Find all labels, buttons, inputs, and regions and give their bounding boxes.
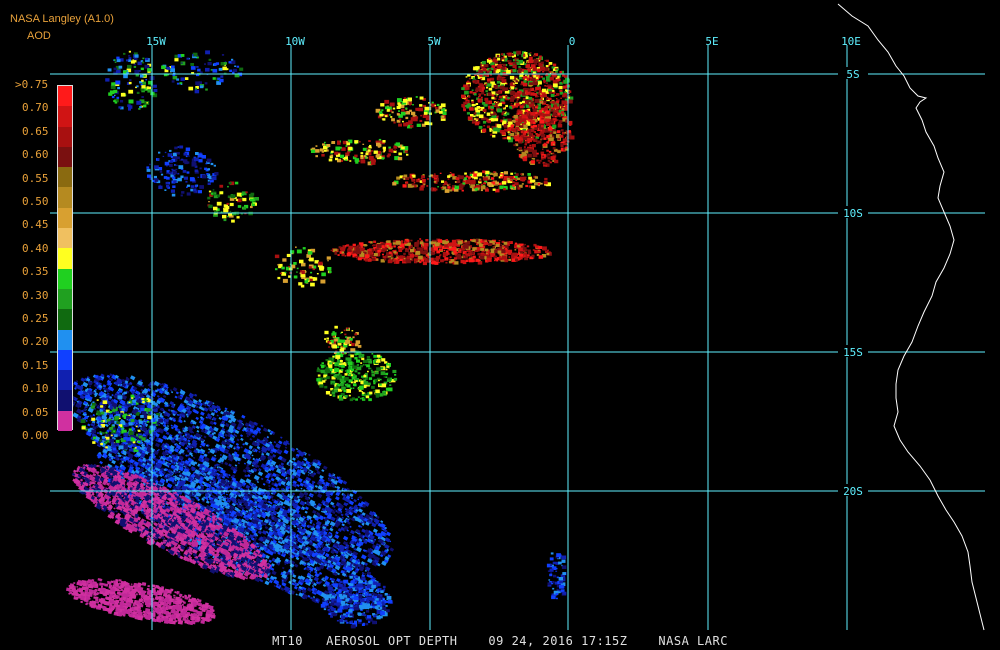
legend-label: 0.35	[22, 265, 49, 279]
product-label: AOD	[27, 30, 51, 42]
legend-swatch	[58, 349, 72, 371]
lon-label: 15W	[146, 35, 166, 48]
footer-agency: NASA LARC	[658, 634, 728, 648]
legend-label: 0.15	[22, 358, 49, 372]
legend-label: 0.25	[22, 312, 49, 325]
legend-label: 0.00	[22, 429, 49, 442]
legend-label: 0.20	[22, 335, 49, 349]
legend-swatch	[58, 288, 72, 310]
footer-date: 09 24, 2016	[488, 634, 574, 648]
legend-color-bar	[57, 85, 73, 432]
aerosol-patch	[207, 181, 259, 223]
aerosol-patch	[310, 138, 409, 166]
legend-swatch	[58, 309, 72, 331]
lat-label: 20S	[843, 485, 863, 498]
grid-labels: 15W 10W 5W 0 5E 10E 5S 10S 15S 20S	[146, 35, 868, 498]
aod-map: 15W 10W 5W 0 5E 10E 5S 10S 15S 20S	[50, 3, 985, 631]
legend-swatch	[58, 248, 72, 270]
aerosol-patch	[375, 96, 447, 129]
legend-swatch	[58, 410, 72, 432]
legend-swatch	[58, 329, 72, 351]
coastline	[837, 3, 985, 631]
footer-product: AEROSOL OPT DEPTH	[326, 634, 458, 648]
footer-sensor: MT10	[272, 634, 303, 648]
legend-label: >0.75	[15, 78, 49, 91]
lon-label: 5W	[427, 35, 441, 48]
lon-label: 0	[569, 35, 576, 48]
legend-swatch	[58, 126, 72, 148]
footer-caption: MT10 AEROSOL OPT DEPTH 09 24, 2016 17:15…	[0, 634, 1000, 648]
legend-label: 0.65	[22, 124, 49, 138]
source-label: NASA Langley (A1.0)	[10, 13, 114, 25]
lat-label: 10S	[843, 207, 863, 220]
legend-label: 0.10	[22, 382, 49, 396]
legend-label: 0.05	[22, 405, 49, 419]
legend-swatch	[58, 146, 72, 168]
lon-label: 10W	[285, 35, 305, 48]
aerosol-patch	[546, 552, 567, 600]
legend-label: 0.70	[22, 101, 49, 115]
legend-label: 0.60	[22, 148, 49, 162]
aerosol-patch	[274, 246, 332, 288]
aerosol-patch	[316, 350, 398, 402]
legend-label: 0.40	[22, 241, 49, 255]
legend-swatch	[58, 370, 72, 391]
legend-label: 0.45	[22, 218, 49, 232]
legend-label: 0.55	[22, 171, 49, 185]
footer-time: 17:15Z	[581, 634, 628, 648]
aerosol-patch	[161, 50, 244, 94]
legend-swatch	[58, 207, 72, 229]
legend-swatch	[58, 167, 72, 188]
aerosol-patch	[392, 170, 551, 193]
lat-label: 15S	[843, 346, 863, 359]
legend-swatch	[58, 187, 72, 209]
legend-label: 0.50	[22, 195, 49, 208]
legend-swatch	[58, 390, 72, 412]
lon-label: 5E	[705, 35, 718, 48]
lat-label: 5S	[846, 68, 859, 81]
lon-label: 10E	[841, 35, 861, 48]
aerosol-patch	[330, 238, 552, 266]
legend-swatch	[58, 228, 72, 249]
legend-label: 0.30	[22, 288, 49, 302]
aerosol-patch	[146, 145, 219, 197]
aerosol-patch	[105, 50, 158, 111]
aerosol-patch	[65, 578, 216, 626]
aerosol-layer	[65, 50, 575, 629]
legend-swatch	[58, 268, 72, 290]
legend-swatch	[58, 106, 72, 128]
legend-swatch	[58, 86, 72, 107]
